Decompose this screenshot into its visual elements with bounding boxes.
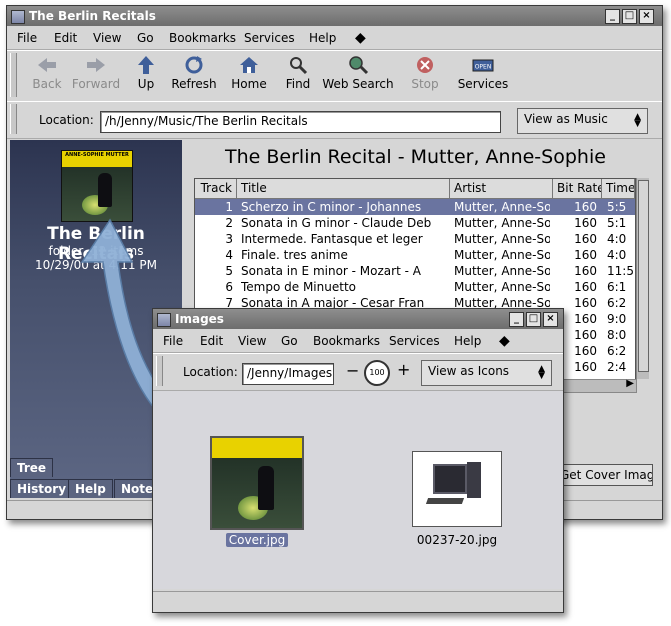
images-menu-file[interactable]: File <box>163 334 183 348</box>
tower-icon <box>467 462 481 498</box>
images-maximize-button[interactable]: □ <box>526 312 541 327</box>
images-menu-view[interactable]: View <box>238 334 266 348</box>
images-view-as-value: View as Icons <box>428 364 510 378</box>
images-statusbar <box>153 591 563 612</box>
images-window-title: Images <box>175 312 224 326</box>
file-00237-20-jpg[interactable]: 00237-20.jpg <box>409 451 505 547</box>
images-updown-arrow-icon: ▲ ▼ <box>538 364 545 381</box>
cover-jpg-band <box>212 438 302 458</box>
file-00237-20-label: 00237-20.jpg <box>416 533 498 547</box>
images-location-input[interactable]: /Jenny/Images <box>242 363 334 385</box>
images-location-label: Location: <box>183 365 238 379</box>
images-menu-edit[interactable]: Edit <box>200 334 223 348</box>
icon-view: Cover.jpg 00237-20.jpg <box>153 391 563 589</box>
cover-jpg-thumbnail <box>210 436 304 530</box>
images-throbber-icon: ◆ <box>499 333 510 349</box>
images-menu-go[interactable]: Go <box>281 334 298 348</box>
computer-image-thumbnail <box>412 451 502 527</box>
images-location-grip[interactable] <box>156 356 163 386</box>
images-window-menu-icon[interactable] <box>157 313 171 327</box>
images-menu-bookmarks[interactable]: Bookmarks <box>313 334 380 348</box>
monitor-icon <box>433 464 467 494</box>
zoom-level-indicator[interactable]: 100 <box>364 360 390 386</box>
images-menubar: File Edit View Go Bookmarks Services Hel… <box>153 330 563 353</box>
images-location-bar: Location: /Jenny/Images − 100 + View as … <box>153 353 563 391</box>
images-close-button[interactable]: × <box>543 312 558 327</box>
images-minimize-button[interactable]: _ <box>509 312 524 327</box>
images-menu-help[interactable]: Help <box>454 334 481 348</box>
images-view-as-menu[interactable]: View as Icons ▲ ▼ <box>421 360 552 386</box>
cover-jpg-label: Cover.jpg <box>225 533 289 547</box>
zoom-out-icon[interactable]: − <box>346 361 359 380</box>
file-cover-jpg[interactable]: Cover.jpg <box>209 436 305 547</box>
images-window: Images _ □ × File Edit View Go Bookmarks… <box>152 308 564 613</box>
images-menu-services[interactable]: Services <box>389 334 440 348</box>
zoom-in-icon[interactable]: + <box>397 360 410 379</box>
images-titlebar[interactable]: Images _ □ × <box>153 309 563 329</box>
cover-jpg-figure <box>258 466 274 510</box>
keyboard-icon <box>425 498 465 504</box>
